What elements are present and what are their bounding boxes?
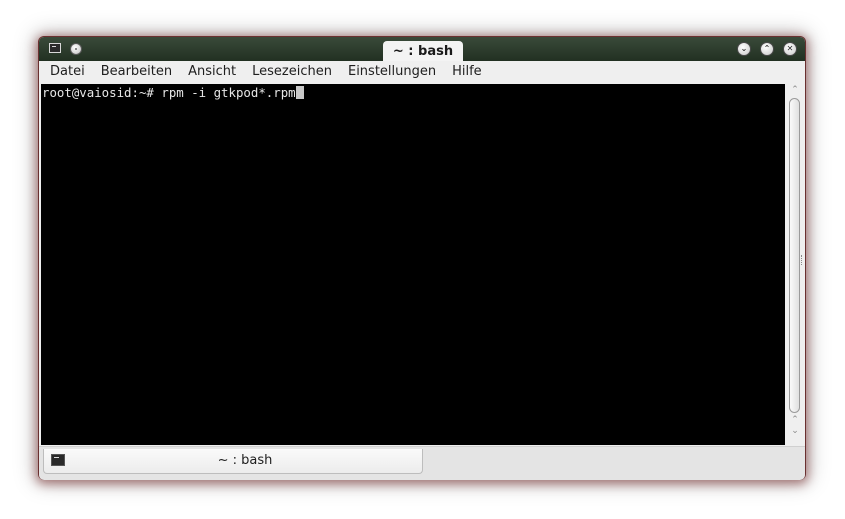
title-bar[interactable]: ~ : bash ⌄ ⌃ ✕: [39, 37, 805, 61]
session-tab-bar: ~ : bash: [39, 446, 805, 480]
scroll-up-icon-bottom[interactable]: ⌃: [789, 416, 801, 425]
terminal-window: ~ : bash ⌄ ⌃ ✕ Datei Bearbeiten Ansicht …: [39, 37, 805, 480]
window-title: ~ : bash: [383, 41, 463, 61]
maximize-button[interactable]: ⌃: [760, 42, 774, 56]
menu-lesezeichen[interactable]: Lesezeichen: [244, 61, 340, 83]
menu-datei[interactable]: Datei: [42, 61, 93, 83]
tab-bash[interactable]: ~ : bash: [43, 449, 423, 474]
text-cursor: [295, 86, 304, 99]
resize-grip[interactable]: [801, 255, 805, 265]
terminal-line: root@vaiosid:~# rpm -i gtkpod*.rpm: [42, 85, 304, 100]
terminal-prompt: root@vaiosid:~#: [42, 85, 162, 100]
scroll-down-icon[interactable]: ⌄: [789, 427, 801, 436]
menu-hilfe[interactable]: Hilfe: [444, 61, 490, 83]
tab-label: ~ : bash: [217, 453, 273, 468]
window-menu-icon[interactable]: [70, 43, 82, 55]
menu-ansicht[interactable]: Ansicht: [180, 61, 244, 83]
menu-einstellungen[interactable]: Einstellungen: [340, 61, 444, 83]
menu-bearbeiten[interactable]: Bearbeiten: [93, 61, 180, 83]
close-button[interactable]: ✕: [783, 42, 797, 56]
terminal-output[interactable]: root@vaiosid:~# rpm -i gtkpod*.rpm: [41, 84, 785, 445]
scroll-up-icon[interactable]: ⌃: [789, 86, 801, 95]
minimize-button[interactable]: ⌄: [737, 42, 751, 56]
menu-bar: Datei Bearbeiten Ansicht Lesezeichen Ein…: [39, 61, 805, 83]
terminal-icon[interactable]: [49, 43, 61, 53]
scrollbar-thumb[interactable]: [789, 98, 800, 413]
terminal-command: rpm -i gtkpod*.rpm: [161, 85, 296, 100]
